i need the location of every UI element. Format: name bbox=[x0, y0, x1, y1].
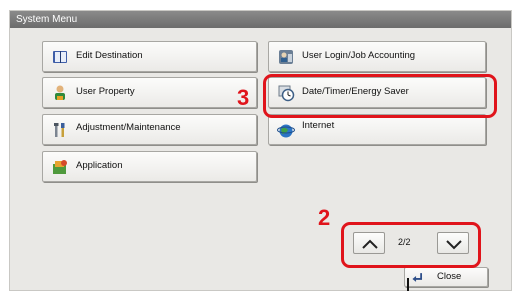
user-property-icon bbox=[51, 84, 69, 102]
close-return-icon bbox=[411, 271, 424, 284]
step-3-label: 3 bbox=[237, 85, 250, 110]
wrench-screwdriver-icon bbox=[51, 121, 69, 139]
edit-destination-label: Edit Destination bbox=[76, 50, 143, 61]
step-2-highlight bbox=[341, 222, 481, 268]
application-label: Application bbox=[76, 160, 123, 171]
close-label: Close bbox=[437, 271, 462, 282]
user-property-label: User Property bbox=[76, 86, 135, 97]
adjustment-label: Adjustment/Maintenance bbox=[76, 122, 181, 133]
step-3-highlight bbox=[263, 74, 497, 118]
internet-button[interactable]: Internet bbox=[268, 114, 486, 145]
application-icon bbox=[51, 158, 69, 176]
edit-destination-button[interactable]: Edit Destination bbox=[42, 41, 257, 72]
application-button[interactable]: Application bbox=[42, 151, 257, 182]
step-2-label: 2 bbox=[318, 205, 331, 230]
user-login-icon bbox=[277, 48, 295, 66]
user-property-button[interactable]: User Property bbox=[42, 77, 257, 108]
address-book-icon bbox=[51, 48, 69, 66]
globe-icon bbox=[277, 121, 295, 139]
internet-label: Internet bbox=[302, 120, 335, 131]
user-login-job-accounting-button[interactable]: User Login/Job Accounting bbox=[268, 41, 486, 72]
user-login-label: User Login/Job Accounting bbox=[302, 50, 416, 61]
close-button[interactable]: Close bbox=[404, 267, 488, 287]
callout-leader-line bbox=[407, 278, 409, 291]
adjustment-maintenance-button[interactable]: Adjustment/Maintenance bbox=[42, 114, 257, 145]
window-title: System Menu bbox=[10, 11, 511, 28]
